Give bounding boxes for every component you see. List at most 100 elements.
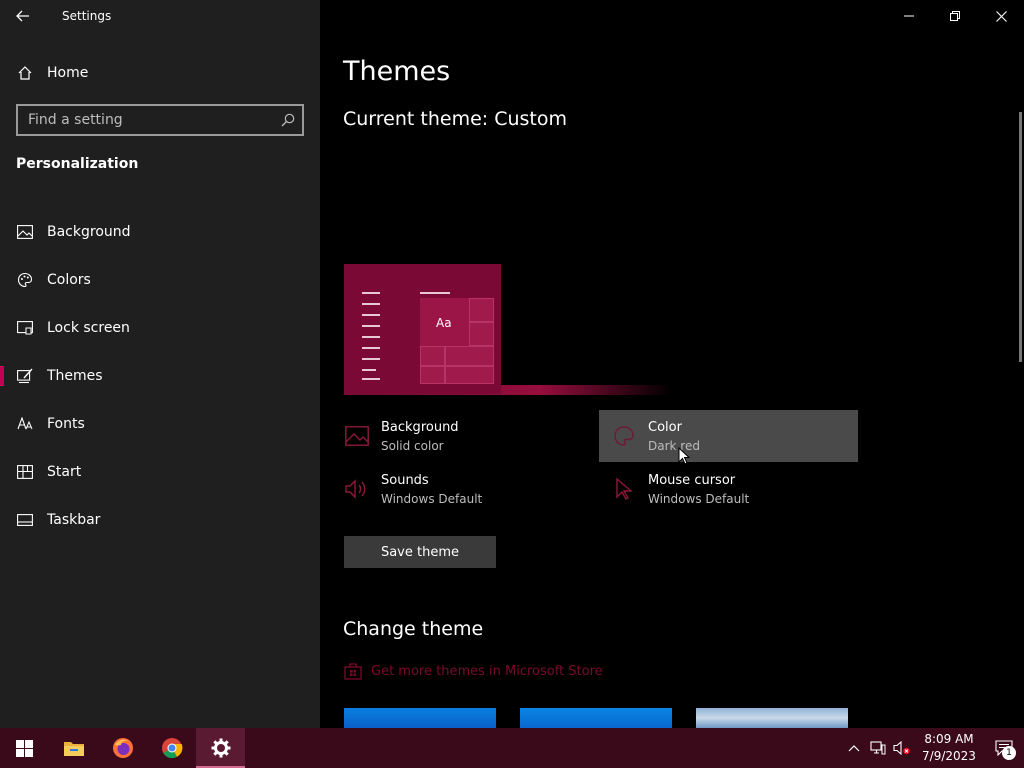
title-bar: Settings (0, 0, 320, 32)
taskbar-file-explorer[interactable] (49, 728, 98, 768)
volume-button[interactable] (890, 728, 914, 768)
sidebar-item-background[interactable]: Background (0, 208, 320, 256)
preview-tile (445, 346, 494, 366)
close-icon (995, 10, 1007, 22)
taskbar-firefox[interactable] (98, 728, 147, 768)
settings-window: Settings Home Personalization Background (0, 0, 1024, 728)
store-link[interactable]: Get more themes in Microsoft Store (344, 662, 603, 680)
taskbar: 8:09 AM 7/9/2023 1 (0, 728, 1024, 768)
background-setting-value: Solid color (381, 438, 444, 453)
sidebar-item-fonts[interactable]: Fonts (0, 400, 320, 448)
mouse-pointer-icon (611, 476, 637, 502)
color-setting-value: Dark red (648, 438, 700, 453)
theme-thumbnail-flowers[interactable] (696, 708, 848, 728)
minimize-icon (904, 15, 914, 17)
back-arrow-icon (16, 10, 29, 22)
search-icon[interactable] (274, 113, 302, 127)
sidebar-item-label: Background (47, 224, 131, 240)
lock-screen-icon (17, 320, 33, 336)
mouse-cursor-setting-title: Mouse cursor (648, 472, 736, 488)
system-tray: 8:09 AM 7/9/2023 1 (842, 728, 1024, 768)
mouse-cursor-setting[interactable]: Mouse cursor Windows Default (611, 463, 861, 515)
picture-icon (344, 423, 370, 449)
preview-menu-line (362, 303, 380, 305)
sounds-setting-title: Sounds (381, 472, 429, 488)
back-button[interactable] (0, 0, 46, 32)
theme-thumbnail-windows-blue[interactable] (344, 708, 496, 728)
theme-preview: Aa (344, 264, 501, 394)
scrollbar[interactable] (1019, 112, 1022, 362)
preview-menu-line (362, 292, 380, 294)
home-label: Home (47, 65, 89, 81)
sidebar-item-label: Start (47, 464, 82, 480)
firefox-icon (112, 738, 133, 758)
preview-text: Aa (436, 316, 452, 330)
network-icon (870, 741, 886, 755)
clock-time: 8:09 AM (924, 732, 974, 746)
notification-badge: 1 (1002, 746, 1016, 760)
preview-tile (469, 298, 494, 322)
chevron-up-icon (848, 745, 860, 752)
sidebar-item-colors[interactable]: Colors (0, 256, 320, 304)
show-hidden-icons-button[interactable] (842, 728, 866, 768)
store-bag-icon (344, 663, 362, 680)
color-setting[interactable]: Color Dark red (599, 410, 858, 462)
sidebar-item-label: Lock screen (47, 320, 130, 336)
preview-tile (420, 346, 445, 366)
mouse-cursor-setting-value: Windows Default (648, 491, 750, 506)
start-button[interactable] (0, 728, 49, 768)
search-input[interactable] (18, 112, 274, 128)
palette-icon (17, 272, 33, 288)
taskbar-icon (17, 512, 33, 528)
sidebar-item-themes[interactable]: Themes (0, 352, 320, 400)
restore-button[interactable] (932, 0, 978, 32)
taskbar-chrome[interactable] (147, 728, 196, 768)
sidebar-item-label: Taskbar (47, 512, 101, 528)
background-setting[interactable]: Background Solid color (344, 410, 594, 462)
sidebar-nav: Background Colors Lock screen Themes Fon… (0, 208, 320, 544)
start-icon (17, 464, 33, 480)
current-theme-label: Current theme: Custom (343, 108, 568, 130)
save-theme-button[interactable]: Save theme (344, 536, 496, 568)
taskbar-settings[interactable] (196, 728, 245, 768)
volume-muted-icon (893, 741, 910, 755)
palette-icon (611, 423, 637, 449)
section-title: Personalization (16, 156, 139, 172)
sidebar: Settings Home Personalization Background (0, 0, 320, 728)
clock[interactable]: 8:09 AM 7/9/2023 (914, 731, 984, 765)
change-theme-heading: Change theme (343, 618, 484, 640)
sounds-setting-value: Windows Default (381, 491, 483, 506)
preview-tile (420, 366, 445, 384)
action-center-button[interactable]: 1 (984, 728, 1024, 768)
close-button[interactable] (978, 0, 1024, 32)
preview-menu-line (362, 378, 380, 380)
home-icon (17, 65, 33, 81)
picture-icon (17, 224, 33, 240)
sidebar-item-label: Themes (47, 368, 103, 384)
sidebar-item-label: Fonts (47, 416, 85, 432)
mouse-cursor (678, 447, 690, 465)
minimize-button[interactable] (886, 0, 932, 32)
settings-gear-icon (211, 738, 230, 758)
restore-icon (950, 11, 960, 21)
preview-tile (469, 322, 494, 346)
fonts-icon (17, 416, 33, 432)
preview-menu-line (362, 358, 380, 360)
search-box[interactable] (16, 104, 304, 136)
themes-icon (17, 368, 33, 384)
sidebar-item-lock-screen[interactable]: Lock screen (0, 304, 320, 352)
color-setting-title: Color (648, 419, 682, 435)
caption-buttons (886, 0, 1024, 32)
sidebar-item-start[interactable]: Start (0, 448, 320, 496)
theme-thumbnail-windows[interactable] (520, 708, 672, 728)
network-button[interactable] (866, 728, 890, 768)
sounds-setting[interactable]: Sounds Windows Default (344, 463, 594, 515)
preview-menu-line (362, 325, 380, 327)
sidebar-item-label: Colors (47, 272, 91, 288)
sidebar-item-home[interactable]: Home (0, 56, 320, 90)
preview-title-line (420, 292, 450, 294)
windows-start-icon (16, 739, 33, 757)
sidebar-item-taskbar[interactable]: Taskbar (0, 496, 320, 544)
preview-menu-line (362, 314, 380, 316)
app-title: Settings (62, 9, 112, 23)
